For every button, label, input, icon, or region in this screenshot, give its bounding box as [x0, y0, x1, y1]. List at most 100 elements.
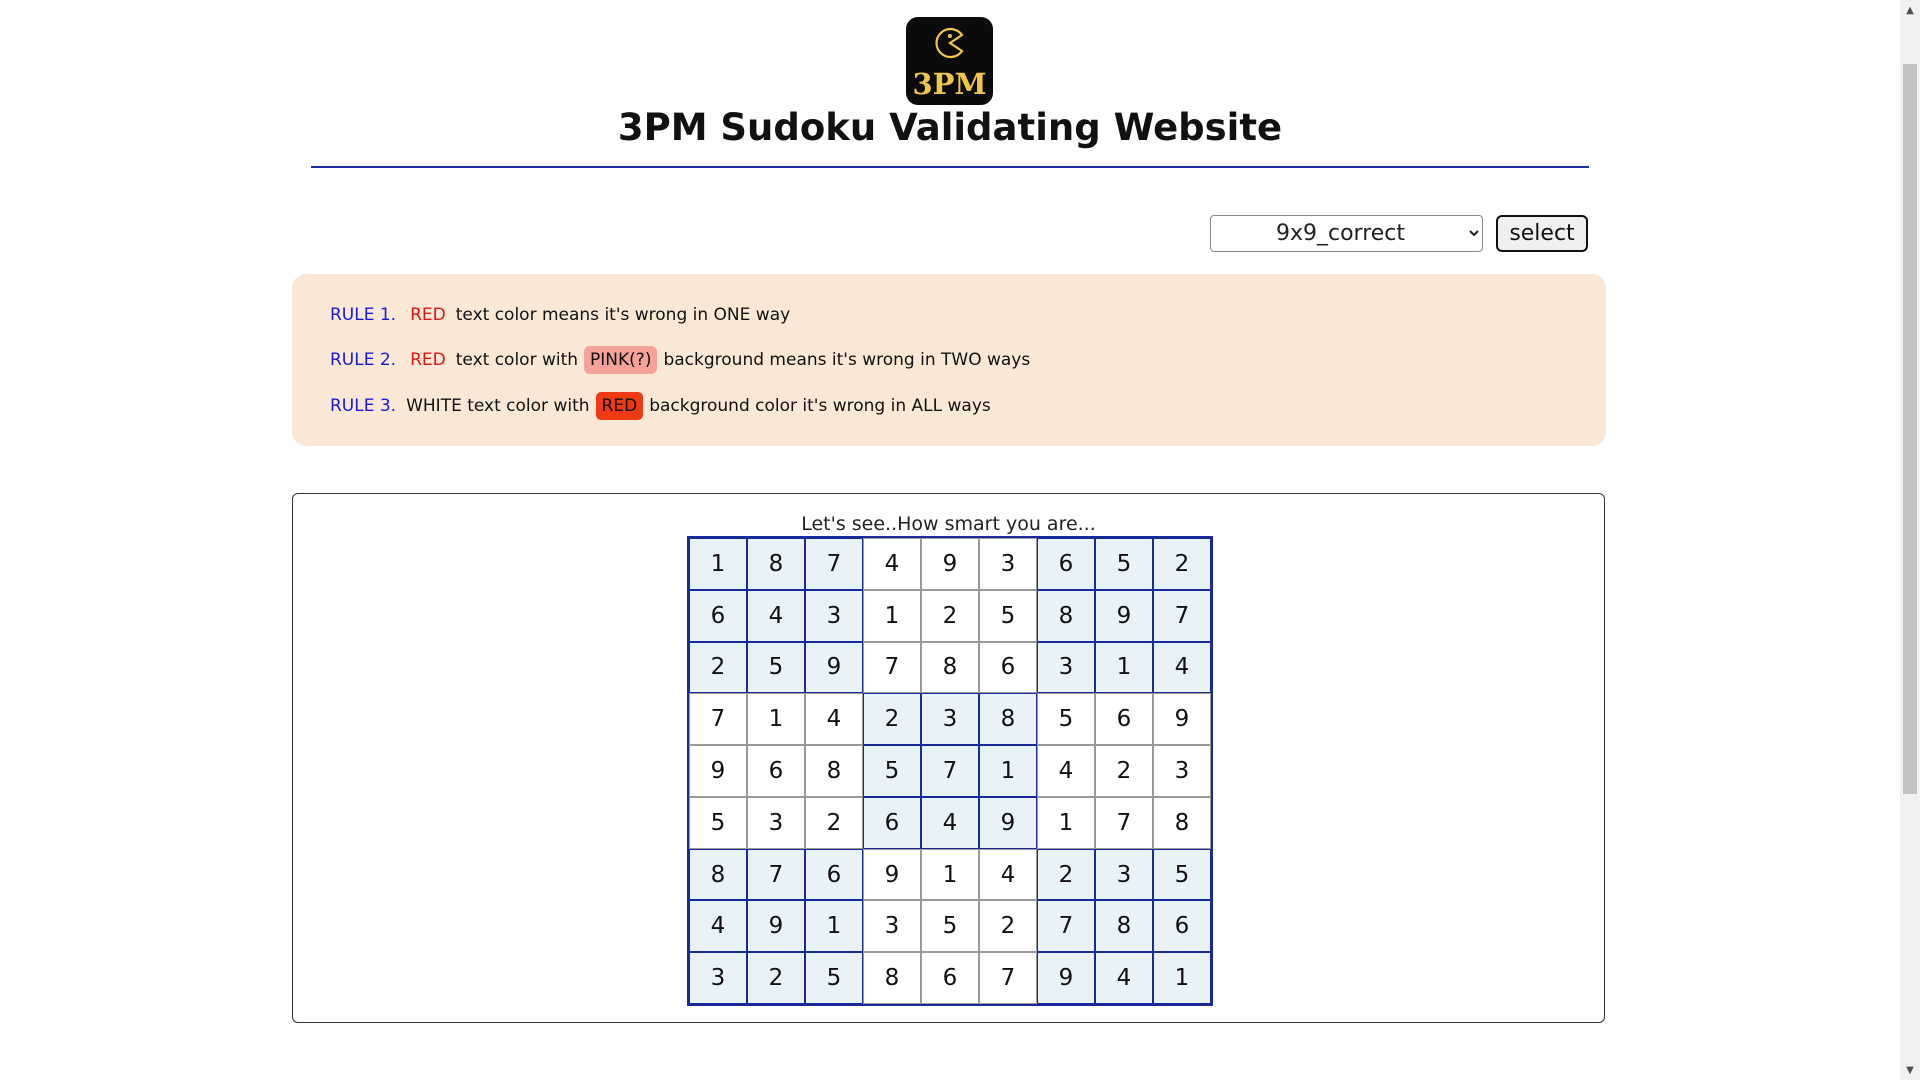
sudoku-cell: 2 — [747, 952, 805, 1004]
sudoku-cell: 1 — [979, 745, 1037, 797]
sudoku-cell: 3 — [689, 952, 747, 1004]
sudoku-cell: 2 — [863, 693, 921, 746]
sudoku-cell: 6 — [979, 641, 1037, 694]
puzzle-select[interactable]: 9x9_correct — [1210, 215, 1483, 252]
sudoku-cell: 5 — [1153, 848, 1211, 901]
page-title: 3PM Sudoku Validating Website — [617, 106, 1283, 149]
rule-red-word: RED — [410, 305, 446, 325]
sudoku-cell: 5 — [1037, 693, 1095, 746]
rule-red-word: RED — [410, 350, 446, 370]
site-logo: 3PM — [906, 17, 993, 105]
red-chip: RED — [595, 392, 644, 420]
select-button[interactable]: select — [1496, 215, 1588, 252]
sudoku-cell: 7 — [1153, 589, 1211, 642]
sudoku-cell: 6 — [747, 745, 805, 797]
sudoku-cell: 8 — [689, 848, 747, 901]
sudoku-cell: 3 — [1095, 848, 1153, 901]
rule-text-tail: background color it's wrong in ALL ways — [649, 396, 991, 416]
sudoku-cell: 3 — [979, 538, 1037, 590]
sudoku-cell: 7 — [1095, 796, 1153, 849]
sudoku-cell: 6 — [805, 848, 863, 901]
sudoku-cell: 2 — [1037, 848, 1095, 901]
pacman-icon — [935, 27, 964, 59]
sudoku-cell: 7 — [979, 952, 1037, 1004]
sudoku-cell: 5 — [747, 641, 805, 694]
sudoku-cell: 4 — [863, 538, 921, 590]
sudoku-cell: 5 — [921, 900, 979, 953]
sudoku-cell: 5 — [979, 589, 1037, 642]
sudoku-cell: 9 — [863, 848, 921, 901]
sudoku-cell: 7 — [921, 745, 979, 797]
sudoku-cell: 5 — [689, 796, 747, 849]
sudoku-cell: 8 — [1153, 796, 1211, 849]
triangle-up-icon[interactable]: ▲ — [1900, 0, 1920, 20]
sudoku-cell: 2 — [689, 641, 747, 694]
sudoku-cell: 6 — [1095, 693, 1153, 746]
sudoku-cell: 4 — [1095, 952, 1153, 1004]
sudoku-cell: 4 — [921, 796, 979, 849]
rule-number: RULE 3. — [330, 396, 397, 416]
title-divider — [311, 166, 1589, 168]
sudoku-cell: 9 — [747, 900, 805, 953]
rules-panel: RULE 1. RED text color means it's wrong … — [292, 274, 1606, 446]
sudoku-cell: 8 — [747, 538, 805, 590]
sudoku-cell: 7 — [805, 538, 863, 590]
sudoku-cell: 1 — [863, 589, 921, 642]
sudoku-cell: 3 — [863, 900, 921, 953]
sudoku-grid: 1874936526431258972597863147142385699685… — [687, 536, 1213, 1006]
sudoku-cell: 3 — [1037, 641, 1095, 694]
sudoku-cell: 6 — [1153, 900, 1211, 953]
sudoku-cell: 9 — [979, 796, 1037, 849]
sudoku-cell: 9 — [1095, 589, 1153, 642]
logo-text: 3PM — [912, 67, 987, 101]
sudoku-cell: 4 — [747, 589, 805, 642]
rule-text-tail: background means it's wrong in TWO ways — [663, 350, 1031, 370]
triangle-down-icon[interactable]: ▼ — [1900, 1060, 1920, 1080]
rule-1: RULE 1. RED text color means it's wrong … — [330, 300, 790, 330]
sudoku-cell: 8 — [863, 952, 921, 1004]
page-scrollbar[interactable]: ▲ ▼ — [1900, 0, 1920, 1080]
page: 3PM 3PM Sudoku Validating Website 9x9_co… — [0, 0, 1900, 1080]
pink-chip: PINK(?) — [584, 346, 658, 374]
sudoku-cell: 1 — [1037, 796, 1095, 849]
sudoku-cell: 4 — [1037, 745, 1095, 797]
sudoku-cell: 1 — [1095, 641, 1153, 694]
sudoku-cell: 9 — [805, 641, 863, 694]
sudoku-cell: 7 — [863, 641, 921, 694]
sudoku-cell: 8 — [921, 641, 979, 694]
scrollbar-thumb[interactable] — [1903, 64, 1917, 794]
sudoku-cell: 6 — [1037, 538, 1095, 590]
rule-3: RULE 3. WHITE text color with RED backgr… — [330, 391, 991, 421]
sudoku-cell: 5 — [805, 952, 863, 1004]
sudoku-cell: 3 — [805, 589, 863, 642]
sudoku-cell: 3 — [921, 693, 979, 746]
sudoku-cell: 9 — [689, 745, 747, 797]
rule-number: RULE 1. — [330, 305, 397, 325]
rule-text: text color with — [455, 350, 579, 370]
rule-text: WHITE text color with — [406, 396, 590, 416]
sudoku-cell: 1 — [805, 900, 863, 953]
sudoku-cell: 2 — [921, 589, 979, 642]
sudoku-cell: 3 — [1153, 745, 1211, 797]
rule-text: text color means it's wrong in ONE way — [455, 305, 791, 325]
sudoku-cell: 4 — [689, 900, 747, 953]
sudoku-cell: 6 — [921, 952, 979, 1004]
sudoku-cell: 1 — [747, 693, 805, 746]
sudoku-cell: 2 — [1095, 745, 1153, 797]
sudoku-cell: 8 — [979, 693, 1037, 746]
sudoku-cell: 7 — [689, 693, 747, 746]
sudoku-cell: 9 — [1153, 693, 1211, 746]
sudoku-cell: 1 — [689, 538, 747, 590]
sudoku-cell: 4 — [979, 848, 1037, 901]
sudoku-cell: 1 — [921, 848, 979, 901]
sudoku-cell: 7 — [1037, 900, 1095, 953]
rule-2: RULE 2. RED text color with PINK(?) back… — [330, 345, 1030, 375]
sudoku-cell: 1 — [1153, 952, 1211, 1004]
board-caption: Let's see..How smart you are... — [801, 513, 1096, 535]
sudoku-cell: 2 — [1153, 538, 1211, 590]
sudoku-cell: 8 — [805, 745, 863, 797]
sudoku-cell: 2 — [805, 796, 863, 849]
sudoku-cell: 5 — [1095, 538, 1153, 590]
sudoku-cell: 9 — [921, 538, 979, 590]
rule-number: RULE 2. — [330, 350, 397, 370]
